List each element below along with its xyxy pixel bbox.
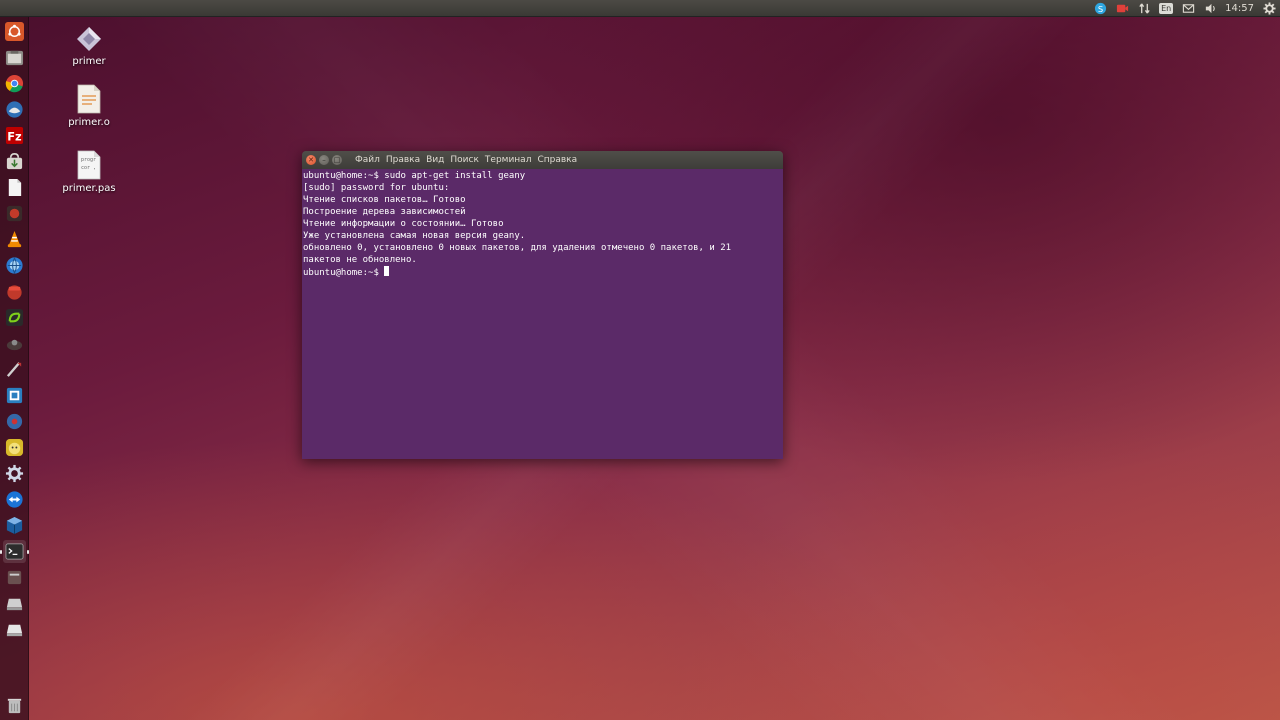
app-icon[interactable] bbox=[3, 306, 26, 329]
terminal-prompt-line[interactable]: ubuntu@home:~$ bbox=[303, 266, 782, 278]
chrome-icon[interactable] bbox=[3, 72, 26, 95]
drive-icon[interactable] bbox=[3, 618, 26, 641]
drive-icon[interactable] bbox=[3, 592, 26, 615]
gear-icon[interactable] bbox=[1262, 2, 1276, 15]
pidgin-icon[interactable] bbox=[3, 436, 26, 459]
app-icon[interactable] bbox=[3, 410, 26, 433]
menu-terminal[interactable]: Терминал bbox=[485, 155, 532, 165]
network-icon[interactable] bbox=[1137, 2, 1151, 15]
browser-icon[interactable] bbox=[3, 254, 26, 277]
trash-icon[interactable] bbox=[3, 694, 26, 717]
top-panel: S En 14:57 bbox=[0, 0, 1280, 17]
keyboard-layout-indicator[interactable]: En bbox=[1159, 2, 1174, 15]
terminal-output[interactable]: ubuntu@home:~$ sudo apt-get install gean… bbox=[302, 169, 783, 459]
svg-text:S: S bbox=[1098, 4, 1103, 14]
software-center-icon[interactable] bbox=[3, 150, 26, 173]
desktop-icon-primer[interactable]: primer bbox=[49, 25, 129, 67]
terminal-icon[interactable] bbox=[3, 540, 26, 563]
menu-edit[interactable]: Правка bbox=[386, 155, 420, 165]
vlc-icon[interactable] bbox=[3, 228, 26, 251]
app-icon[interactable] bbox=[3, 332, 26, 355]
teamviewer-icon[interactable] bbox=[3, 488, 26, 511]
app-icon[interactable] bbox=[3, 280, 26, 303]
terminal-line: пакетов не обновлено. bbox=[303, 255, 417, 265]
libreoffice-writer-icon[interactable] bbox=[3, 176, 26, 199]
terminal-cursor bbox=[384, 266, 390, 276]
file-icon bbox=[49, 84, 129, 114]
desktop-icon-label: primer.o bbox=[68, 117, 110, 128]
terminal-line: Построение дерева зависимостей bbox=[303, 207, 466, 217]
skype-icon[interactable]: S bbox=[1093, 2, 1107, 15]
ubuntu-dash-icon[interactable] bbox=[3, 20, 26, 43]
desktop-icon-primer-pas[interactable]: progr cor , primer.pas bbox=[49, 150, 129, 194]
menu-help[interactable]: Справка bbox=[537, 155, 577, 165]
thunderbird-icon[interactable] bbox=[3, 98, 26, 121]
menu-view[interactable]: Вид bbox=[426, 155, 444, 165]
app-icon[interactable] bbox=[3, 358, 26, 381]
maximize-icon: □ bbox=[333, 156, 341, 164]
file-preview-text: progr bbox=[81, 157, 96, 163]
terminal-titlebar[interactable]: ✕ – □ Файл Правка Вид Поиск Терминал Спр… bbox=[302, 151, 783, 169]
app-icon[interactable] bbox=[3, 566, 26, 589]
terminal-line: обновлено 0, установлено 0 новых пакетов… bbox=[303, 243, 732, 253]
virtualbox-icon[interactable] bbox=[3, 514, 26, 537]
text-file-icon: progr cor , bbox=[49, 150, 129, 180]
terminal-line: Уже установлена самая новая версия geany… bbox=[303, 231, 526, 241]
terminal-line: ubuntu@home:~$ sudo apt-get install gean… bbox=[303, 171, 526, 181]
focused-indicator bbox=[27, 550, 29, 554]
terminal-line: Чтение списков пакетов… Готово bbox=[303, 195, 466, 205]
terminal-line: Чтение информации о состоянии… Готово bbox=[303, 219, 504, 229]
running-indicator bbox=[0, 550, 2, 554]
indicator-area: S En 14:57 bbox=[1093, 0, 1276, 17]
minimize-icon: – bbox=[322, 156, 326, 164]
terminal-menubar: Файл Правка Вид Поиск Терминал Справка bbox=[355, 155, 577, 165]
files-icon[interactable] bbox=[3, 46, 26, 69]
terminal-line: [sudo] password for ubuntu: bbox=[303, 183, 450, 193]
minimize-button[interactable]: – bbox=[319, 155, 329, 165]
app-icon[interactable] bbox=[3, 384, 26, 407]
desktop-icon-label: primer bbox=[72, 56, 106, 67]
file-preview-text: cor , bbox=[81, 165, 96, 171]
filezilla-icon[interactable]: Fz bbox=[3, 124, 26, 147]
desktop-icon-label: primer.pas bbox=[62, 183, 116, 194]
launcher: Fz bbox=[0, 17, 29, 720]
close-icon: ✕ bbox=[308, 156, 314, 164]
svg-text:Fz: Fz bbox=[7, 129, 22, 143]
menu-search[interactable]: Поиск bbox=[450, 155, 479, 165]
app-icon[interactable] bbox=[3, 202, 26, 225]
recorder-icon[interactable] bbox=[1115, 2, 1129, 15]
menu-file[interactable]: Файл bbox=[355, 155, 380, 165]
keyboard-layout-label: En bbox=[1159, 3, 1174, 14]
volume-icon[interactable] bbox=[1203, 2, 1217, 15]
terminal-prompt: ubuntu@home:~$ bbox=[303, 268, 385, 278]
mail-icon[interactable] bbox=[1181, 2, 1195, 15]
settings-icon[interactable] bbox=[3, 462, 26, 485]
close-button[interactable]: ✕ bbox=[306, 155, 316, 165]
clock[interactable]: 14:57 bbox=[1225, 3, 1254, 14]
maximize-button[interactable]: □ bbox=[332, 155, 342, 165]
terminal-window[interactable]: ✕ – □ Файл Правка Вид Поиск Терминал Спр… bbox=[302, 151, 783, 459]
desktop-icon-primer-o[interactable]: primer.o bbox=[49, 84, 129, 128]
executable-icon bbox=[49, 25, 129, 53]
